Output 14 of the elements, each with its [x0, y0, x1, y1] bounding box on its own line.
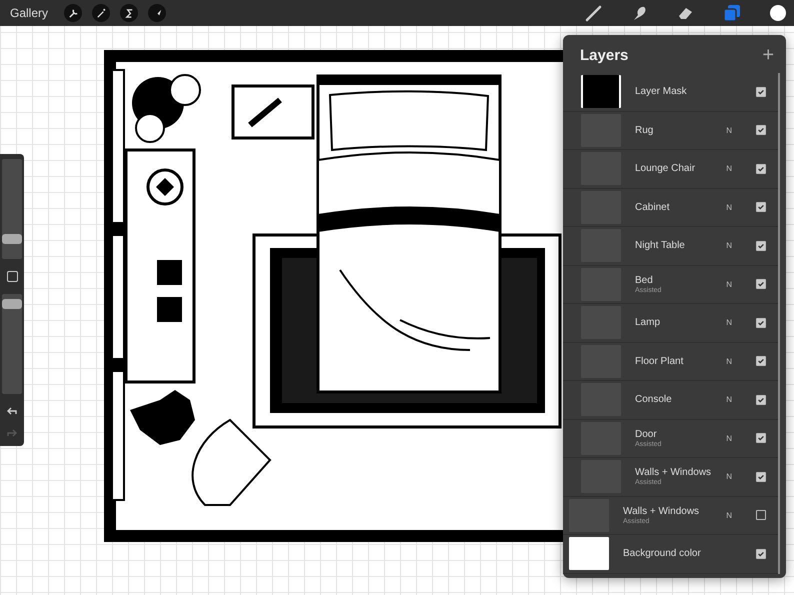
layer-name: Cabinet	[635, 202, 670, 213]
panel-title: Layers	[580, 46, 628, 64]
layer-name: Lamp	[635, 317, 662, 328]
layer-name: Console	[635, 394, 673, 406]
layer-name: Layer Mask	[635, 86, 688, 98]
layer-name: Bed	[635, 274, 654, 286]
layer-name: Background color	[623, 548, 702, 560]
layer-name: Door	[635, 428, 658, 440]
layer-name: Night Table	[635, 240, 686, 252]
layer-name: Rug	[635, 124, 654, 136]
layer-name: Lounge Chair	[635, 163, 696, 174]
layer-name: Walls + Windows	[623, 506, 700, 517]
layer-name: Floor Plant	[635, 356, 684, 367]
layer-name: Walls + Windows	[635, 467, 712, 478]
